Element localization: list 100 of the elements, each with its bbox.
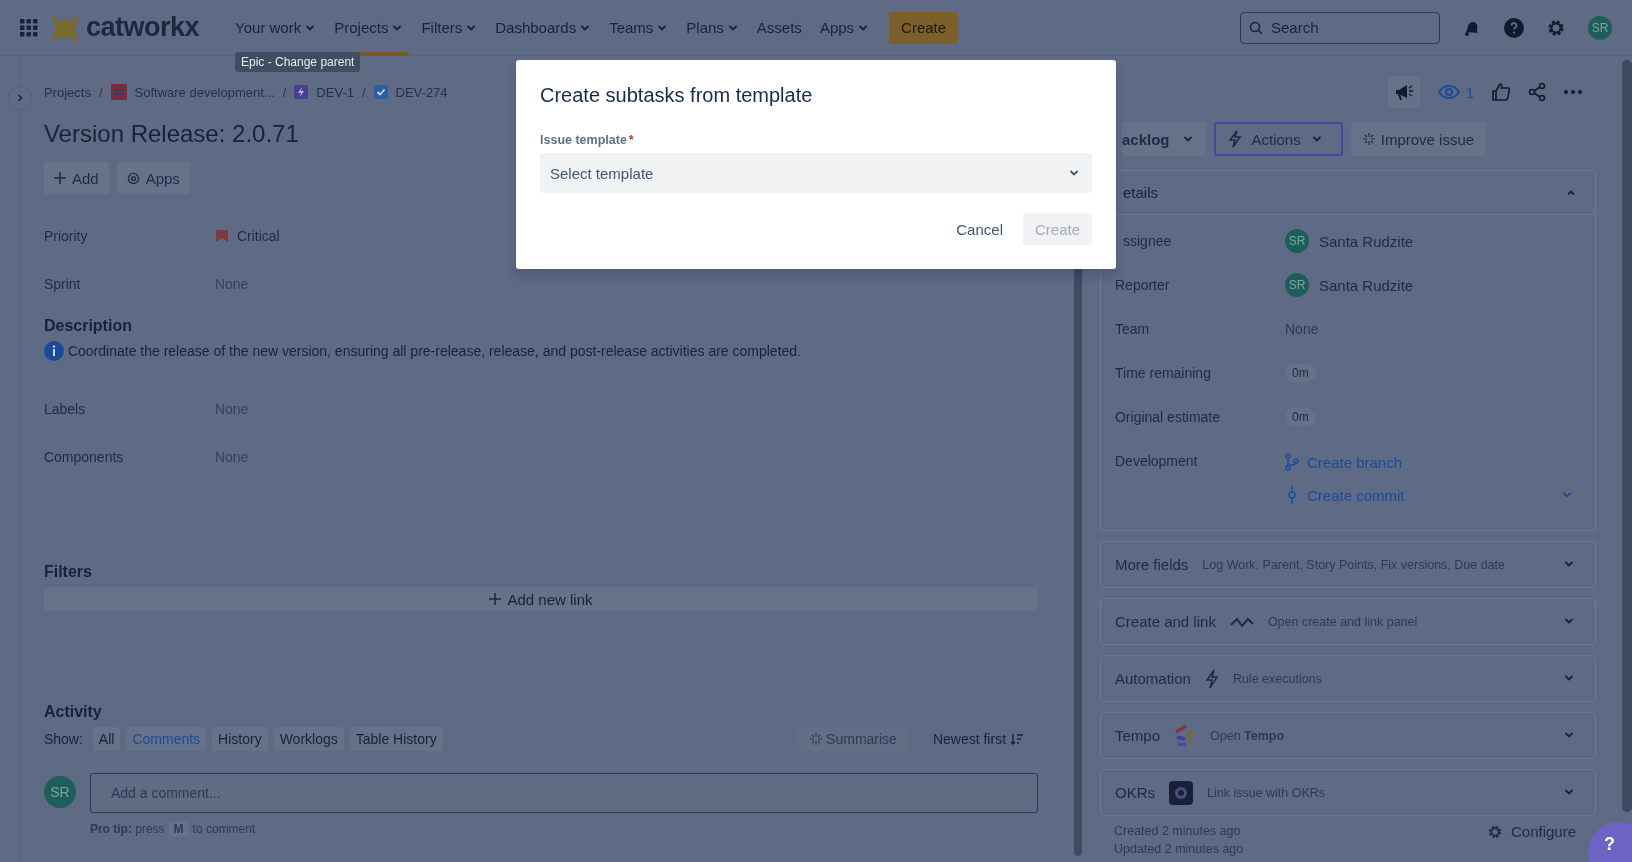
activity-filter-tab[interactable]: Table History bbox=[349, 727, 443, 751]
user-name: Santa Rudzite bbox=[1319, 232, 1414, 250]
improve-issue-button[interactable]: Improve issue bbox=[1350, 122, 1487, 156]
sort-button[interactable]: Newest first bbox=[926, 730, 1030, 748]
breadcrumb-separator: / bbox=[282, 84, 287, 100]
sparkle-icon bbox=[810, 733, 823, 745]
app-grid-icon[interactable] bbox=[20, 18, 38, 37]
plus-icon bbox=[489, 593, 502, 605]
breadcrumb-separator: / bbox=[361, 84, 366, 100]
thumbs-up-icon[interactable] bbox=[1492, 83, 1511, 101]
target-icon bbox=[1169, 780, 1193, 805]
panel-title: Tempo bbox=[1115, 727, 1160, 744]
sort-icon bbox=[1010, 733, 1024, 745]
panel-title: More fields bbox=[1115, 556, 1189, 573]
breadcrumb-link[interactable]: Projects bbox=[43, 84, 91, 100]
commit-icon bbox=[1285, 486, 1299, 504]
avatar: SR bbox=[1285, 273, 1309, 297]
activity-filter-tab[interactable]: Comments bbox=[126, 727, 207, 751]
time-badge: 0m bbox=[1285, 408, 1316, 426]
field-label: Reporter bbox=[1115, 277, 1171, 293]
plus-icon bbox=[53, 172, 66, 184]
panel-title: OKRs bbox=[1115, 784, 1155, 801]
panel-title: Create and link bbox=[1115, 613, 1216, 630]
tooltip: Epic - Change parent bbox=[235, 52, 361, 72]
section-heading: Activity bbox=[43, 703, 103, 721]
show-label: Show: bbox=[43, 731, 83, 747]
required-mark: * bbox=[628, 133, 634, 147]
dialog-title: Create subtasks from template bbox=[540, 84, 814, 107]
project-icon bbox=[110, 84, 127, 100]
breadcrumb-link[interactable]: DEV-1 bbox=[316, 84, 354, 100]
watch-button[interactable]: 1 bbox=[1437, 83, 1475, 101]
activity-filter-tab[interactable]: History bbox=[212, 727, 268, 751]
breadcrumb-separator: / bbox=[98, 84, 103, 100]
section-heading: Description bbox=[43, 317, 133, 335]
field-label: Development bbox=[1115, 453, 1199, 469]
branch-icon bbox=[1285, 453, 1299, 471]
share-icon[interactable] bbox=[1528, 83, 1547, 101]
activity-filter-tab[interactable]: All bbox=[92, 727, 121, 751]
keyboard-key: M bbox=[168, 821, 189, 837]
configure-button[interactable]: Configure bbox=[1481, 822, 1583, 841]
dev-link[interactable]: Create branch bbox=[1285, 453, 1403, 471]
logo-text: catworkx bbox=[86, 12, 200, 43]
user-avatar: SR bbox=[43, 776, 76, 808]
field-label: Original estimate bbox=[1115, 409, 1222, 425]
field-label: Time remaining bbox=[1115, 365, 1212, 381]
field-label: Priority bbox=[43, 228, 89, 244]
user-name: Santa Rudzite bbox=[1319, 276, 1414, 294]
field-value: Critical bbox=[236, 228, 280, 244]
sparkle-icon bbox=[1362, 133, 1375, 145]
more-icon[interactable] bbox=[1564, 90, 1583, 94]
create-button[interactable]: Create bbox=[889, 11, 959, 44]
logo-icon bbox=[50, 11, 80, 44]
gear-icon bbox=[126, 171, 140, 185]
issue-title: Version Release: 2.0.71 bbox=[43, 119, 299, 149]
nav-item[interactable]: Teams bbox=[603, 0, 675, 55]
field-label: Sprint bbox=[43, 276, 82, 292]
lightning-icon bbox=[1204, 668, 1219, 689]
help-button[interactable]: ? bbox=[1588, 822, 1632, 862]
toolbar-button[interactable]: Apps bbox=[116, 162, 190, 194]
nav-item[interactable]: Your work bbox=[229, 0, 323, 55]
nav-item[interactable]: Plans bbox=[680, 0, 745, 55]
search-icon bbox=[1249, 20, 1263, 35]
status-button[interactable]: acklog bbox=[1122, 122, 1206, 156]
field-label: Team bbox=[1115, 321, 1151, 337]
add-link-button[interactable]: Add new link bbox=[43, 587, 1038, 611]
user-avatar[interactable]: SR bbox=[1588, 15, 1612, 40]
cancel-button[interactable]: Cancel bbox=[946, 213, 1013, 245]
field-label: ssignee bbox=[1123, 233, 1173, 249]
tempo-logo-icon bbox=[1174, 723, 1196, 748]
description-text: Coordinate the release of the new version, ensuring all pre-release, release, and post-release activities are completed. bbox=[67, 343, 801, 359]
field-label: Labels bbox=[43, 401, 87, 417]
actions-button[interactable]: Actions bbox=[1213, 122, 1343, 156]
settings-icon bbox=[1487, 823, 1503, 840]
breadcrumb-link[interactable]: Software development... bbox=[134, 84, 275, 100]
chevron-right-icon bbox=[15, 93, 25, 103]
search-field[interactable]: Search bbox=[1240, 11, 1440, 44]
section-heading: Filters bbox=[43, 563, 93, 581]
lightning-icon bbox=[294, 85, 309, 99]
eye-icon bbox=[1437, 84, 1460, 100]
dev-link[interactable]: Create commit bbox=[1285, 486, 1405, 504]
nav-item[interactable]: Filters bbox=[415, 0, 484, 55]
megaphone-button[interactable] bbox=[1387, 76, 1420, 108]
scrollbar[interactable] bbox=[1622, 60, 1632, 812]
info-icon bbox=[43, 341, 64, 361]
breadcrumb-link[interactable]: DEV-274 bbox=[395, 84, 448, 100]
lightning-icon bbox=[1227, 130, 1242, 148]
time-badge: 0m bbox=[1285, 364, 1316, 382]
nav-item[interactable]: Dashboards bbox=[489, 0, 598, 55]
activity-filter-tab[interactable]: Worklogs bbox=[273, 727, 344, 751]
toolbar-button[interactable]: Add bbox=[43, 162, 109, 194]
avatar: SR bbox=[1285, 229, 1309, 253]
panel-title: Automation bbox=[1115, 670, 1191, 687]
checkbox-icon bbox=[373, 85, 388, 99]
nav-item[interactable]: Assets bbox=[750, 0, 808, 55]
help-icon[interactable] bbox=[1504, 17, 1524, 38]
megaphone-icon bbox=[1393, 83, 1414, 101]
field-label: Issue template bbox=[540, 133, 627, 147]
priority-flag-icon bbox=[214, 229, 229, 243]
template-select[interactable]: Select template bbox=[540, 153, 1092, 193]
nav-item[interactable]: Apps bbox=[813, 0, 876, 55]
